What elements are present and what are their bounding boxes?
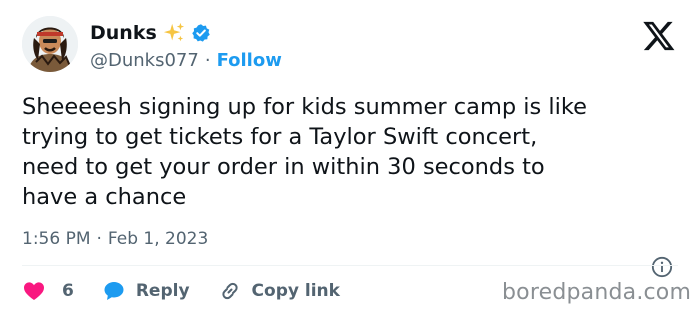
avatar-image: [22, 16, 78, 72]
display-name[interactable]: Dunks: [90, 22, 157, 44]
handle-separator: ·: [204, 49, 211, 71]
tweet-text-line: trying to get tickets for a Taylor Swift…: [22, 124, 538, 150]
sparkles-icon: [163, 22, 184, 42]
verified-badge-icon[interactable]: [191, 23, 211, 43]
heart-icon: [24, 282, 44, 300]
reply-label: Reply: [135, 281, 190, 301]
handle-row: @Dunks077 · Follow: [90, 48, 282, 72]
tweet-card: Dunks @Dunks077 · Follow Sheeeesh signin…: [0, 0, 700, 318]
copy-link-button[interactable]: Copy link: [218, 279, 340, 303]
tweet-text-line: have a chance: [22, 184, 187, 210]
tweet-time: 1:56 PM: [22, 229, 91, 249]
x-logo-icon[interactable]: [642, 20, 676, 52]
speech-bubble-icon: [104, 282, 124, 300]
tweet-text-line: need to get your order in within 30 seco…: [22, 154, 545, 180]
action-bar: 6 Reply Copy link: [22, 276, 362, 306]
divider: [22, 265, 678, 266]
link-icon: [221, 282, 238, 300]
like-button[interactable]: 6: [22, 279, 74, 303]
author-handle[interactable]: @Dunks077: [90, 50, 199, 71]
tweet-text-line: Sheeeesh signing up for kids summer camp…: [22, 94, 588, 120]
reply-button[interactable]: Reply: [102, 279, 190, 303]
tweet-date: Feb 1, 2023: [107, 229, 209, 249]
avatar[interactable]: [22, 16, 78, 72]
copy-link-label: Copy link: [251, 281, 340, 301]
like-count: 6: [62, 281, 74, 301]
follow-button[interactable]: Follow: [217, 50, 282, 71]
tweet-text: Sheeeesh signing up for kids summer camp…: [22, 92, 682, 212]
info-icon[interactable]: [651, 256, 673, 278]
timestamp-separator: ·: [96, 229, 102, 249]
watermark: boredpanda.com: [502, 280, 692, 305]
timestamp[interactable]: 1:56 PM · Feb 1, 2023: [22, 227, 208, 251]
author-name-row: Dunks: [90, 20, 211, 46]
